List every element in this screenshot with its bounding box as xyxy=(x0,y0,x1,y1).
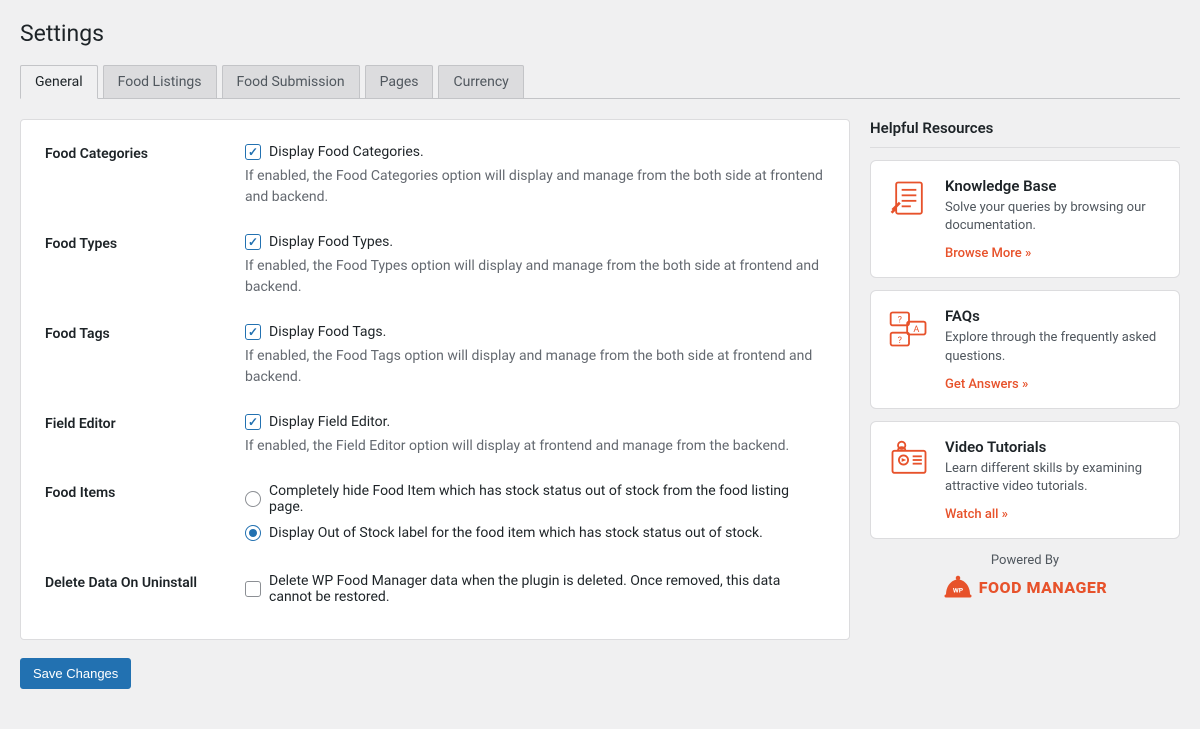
qa-bubbles-icon: ? A ? xyxy=(887,307,931,351)
checkbox-food-types[interactable] xyxy=(245,234,261,250)
checkbox-field-editor[interactable] xyxy=(245,414,261,430)
label-food-types: Food Types xyxy=(45,234,245,252)
powered-by-label: Powered By xyxy=(870,553,1180,568)
svg-text:A: A xyxy=(913,325,919,335)
powered-by: Powered By WP FOOD MANAGER xyxy=(870,553,1180,600)
checkbox-label-field-editor: Display Field Editor. xyxy=(269,414,390,430)
checkbox-food-tags[interactable] xyxy=(245,324,261,340)
label-field-editor: Field Editor xyxy=(45,414,245,432)
resource-link-watch-all[interactable]: Watch all » xyxy=(945,507,1008,522)
svg-text:?: ? xyxy=(898,336,902,346)
settings-panel: Food Categories Display Food Categories.… xyxy=(20,119,850,640)
resource-link-get-answers[interactable]: Get Answers » xyxy=(945,377,1028,392)
tab-general[interactable]: General xyxy=(20,65,98,99)
checkbox-delete-data[interactable] xyxy=(245,581,261,597)
radio-food-items-label[interactable] xyxy=(245,525,261,541)
resource-faqs: ? A ? FAQs Explore through the frequentl… xyxy=(870,290,1180,408)
label-food-items: Food Items xyxy=(45,483,245,501)
resource-video-tutorials: Video Tutorials Learn different skills b… xyxy=(870,421,1180,539)
label-food-tags: Food Tags xyxy=(45,324,245,342)
checkbox-label-delete-data: Delete WP Food Manager data when the plu… xyxy=(269,573,825,605)
help-food-types: If enabled, the Food Types option will d… xyxy=(245,256,825,298)
checkbox-label-food-categories: Display Food Categories. xyxy=(269,144,424,160)
row-food-tags: Food Tags Display Food Tags. If enabled,… xyxy=(45,324,825,388)
label-food-categories: Food Categories xyxy=(45,144,245,162)
row-field-editor: Field Editor Display Field Editor. If en… xyxy=(45,414,825,457)
help-food-categories: If enabled, the Food Categories option w… xyxy=(245,166,825,208)
sidebar: Helpful Resources Knowledge Base Solve y… xyxy=(870,119,1180,600)
tab-pages[interactable]: Pages xyxy=(365,65,434,99)
row-food-categories: Food Categories Display Food Categories.… xyxy=(45,144,825,208)
save-changes-button[interactable]: Save Changes xyxy=(20,658,131,689)
tab-food-submission[interactable]: Food Submission xyxy=(222,65,360,99)
brand-logo-block: WP FOOD MANAGER xyxy=(870,574,1180,600)
radio-label-food-items-hide: Completely hide Food Item which has stoc… xyxy=(269,483,825,515)
checkbox-label-food-tags: Display Food Tags. xyxy=(269,324,386,340)
cloche-icon: WP xyxy=(943,574,973,600)
row-delete-data: Delete Data On Uninstall Delete WP Food … xyxy=(45,573,825,611)
row-food-types: Food Types Display Food Types. If enable… xyxy=(45,234,825,298)
radio-food-items-hide[interactable] xyxy=(245,491,261,507)
help-food-tags: If enabled, the Food Tags option will di… xyxy=(245,346,825,388)
page-title: Settings xyxy=(20,20,1180,47)
svg-text:?: ? xyxy=(898,316,902,326)
brand-text: FOOD MANAGER xyxy=(979,578,1107,597)
resource-title: FAQs xyxy=(945,307,1163,325)
sidebar-title: Helpful Resources xyxy=(870,119,1180,148)
tab-currency[interactable]: Currency xyxy=(438,65,523,99)
resource-desc: Solve your queries by browsing our docum… xyxy=(945,199,1163,235)
row-food-items: Food Items Completely hide Food Item whi… xyxy=(45,483,825,547)
radio-label-food-items-label: Display Out of Stock label for the food … xyxy=(269,525,763,541)
resource-title: Video Tutorials xyxy=(945,438,1163,456)
checkbox-label-food-types: Display Food Types. xyxy=(269,234,393,250)
resource-desc: Explore through the frequently asked que… xyxy=(945,329,1163,365)
video-tutorial-icon xyxy=(887,438,931,482)
checkbox-food-categories[interactable] xyxy=(245,144,261,160)
label-delete-data: Delete Data On Uninstall xyxy=(45,573,245,591)
brand-badge-text: WP xyxy=(953,586,964,594)
help-field-editor: If enabled, the Field Editor option will… xyxy=(245,436,825,457)
resource-title: Knowledge Base xyxy=(945,177,1163,195)
resource-knowledge-base: Knowledge Base Solve your queries by bro… xyxy=(870,160,1180,278)
document-icon xyxy=(887,177,931,221)
resource-link-browse-more[interactable]: Browse More » xyxy=(945,246,1031,261)
resource-desc: Learn different skills by examining attr… xyxy=(945,460,1163,496)
tab-food-listings[interactable]: Food Listings xyxy=(103,65,217,99)
settings-tabs: General Food Listings Food Submission Pa… xyxy=(20,65,1180,99)
